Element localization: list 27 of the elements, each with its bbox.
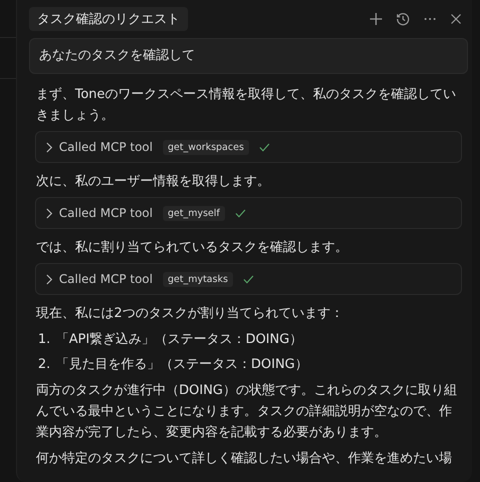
- list-number: 2.: [38, 356, 52, 374]
- response-text: 何か特定のタスクについて詳しく確認したい場合や、作業を進めたい場: [35, 450, 453, 468]
- tool-call-label: Called MCP tool: [59, 272, 153, 286]
- chevron-icon: [46, 142, 53, 152]
- response-text: では、私に割り当てられているタスクを確認します。: [35, 239, 349, 257]
- response-text: 次に、私のユーザー情報を取得します。: [35, 173, 271, 191]
- response-text: まず、Toneのワークスペース情報を取得して、私のタスクを確認していきましょう。: [35, 86, 457, 125]
- tool-call-row[interactable]: Called MCP tool get_mytasks: [35, 263, 462, 295]
- chevron-icon: [46, 274, 53, 284]
- tool-name: get_mytasks: [162, 272, 233, 286]
- chat-title[interactable]: タスク確認のリクエスト: [29, 7, 188, 31]
- tool-name: get_workspaces: [162, 140, 249, 154]
- tool-call-label: Called MCP tool: [59, 140, 153, 154]
- close-icon[interactable]: [450, 13, 462, 25]
- list-number: 1.: [38, 331, 52, 349]
- tool-call-label: Called MCP tool: [59, 206, 153, 220]
- history-icon[interactable]: [396, 12, 410, 26]
- tool-name: get_myself: [162, 206, 225, 220]
- user-message: あなたのタスクを確認して: [29, 38, 468, 74]
- response-text: 現在、私には2つのタスクが割り当てられています：: [35, 305, 344, 323]
- tool-call-row[interactable]: Called MCP tool get_workspaces: [35, 131, 462, 163]
- chevron-icon: [46, 208, 53, 218]
- add-icon[interactable]: [369, 12, 383, 26]
- list-item-text: 「API繋ぎ込み」（ステータス：DOING）: [56, 331, 302, 349]
- tool-call-row[interactable]: Called MCP tool get_myself: [35, 197, 462, 229]
- list-item-text: 「見た目を作る」（ステータス：DOING）: [56, 356, 308, 374]
- response-text: 両方のタスクが進行中（DOING）の状態です。これらのタスクに取り組んでいる最中ということになります。タスクの詳細説明が空なので、作業内容が完了したら、変更内容を記載する必要があります。: [35, 382, 458, 442]
